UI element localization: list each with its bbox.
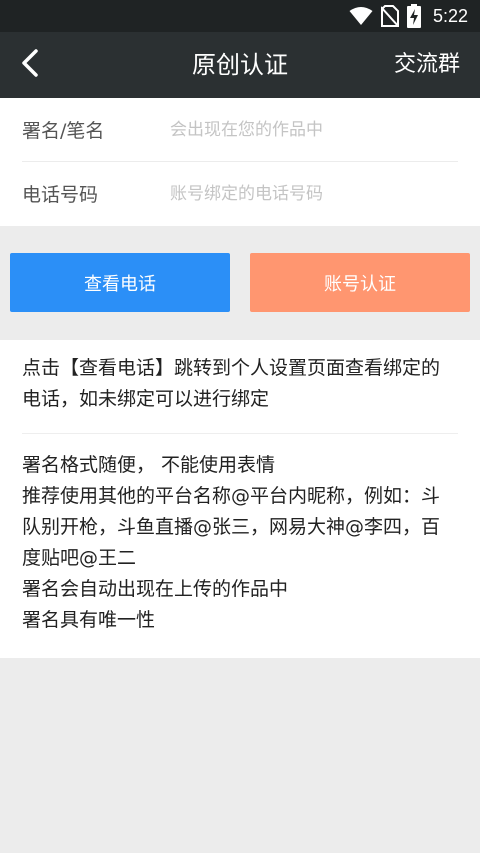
view-phone-button[interactable]: 查看电话 (10, 253, 230, 312)
form-card: 署名/笔名 电话号码 (0, 98, 480, 226)
chevron-left-icon (20, 48, 40, 82)
rule-line: 署名格式随便， 不能使用表情 (22, 454, 276, 476)
signature-label: 署名/笔名 (22, 120, 105, 142)
rule-line: 署名具有唯一性 (22, 609, 156, 631)
status-icons: 5:22 (349, 4, 468, 28)
wifi-icon (349, 6, 373, 26)
divider (22, 433, 458, 434)
status-time: 5:22 (432, 5, 468, 26)
app-bar: 原创认证 交流群 (0, 32, 480, 98)
signature-input[interactable] (170, 119, 458, 140)
info-paragraph: 点击【查看电话】跳转到个人设置页面查看绑定的电话，如未绑定可以进行绑定 (22, 357, 441, 410)
status-bar: 5:22 (0, 0, 480, 32)
rule-line: 署名会自动出现在上传的作品中 (22, 578, 289, 600)
signature-row: 署名/笔名 (22, 98, 458, 162)
rules-list: 署名格式随便， 不能使用表情 推荐使用其他的平台名称@平台内昵称，例如：斗队别开… (22, 450, 458, 636)
group-chat-link[interactable]: 交流群 (394, 32, 460, 98)
back-button[interactable] (10, 45, 50, 85)
info-card: 点击【查看电话】跳转到个人设置页面查看绑定的电话，如未绑定可以进行绑定 署名格式… (0, 340, 480, 658)
phone-label: 电话号码 (22, 184, 99, 206)
battery-charging-icon (406, 4, 421, 28)
rule-line: 推荐使用其他的平台名称@平台内昵称，例如：斗队别开枪，斗鱼直播@张三，网易大神@… (22, 485, 441, 569)
phone-row: 电话号码 (22, 162, 458, 225)
no-sim-icon (380, 5, 399, 27)
verify-account-button[interactable]: 账号认证 (250, 253, 470, 312)
phone-input[interactable] (170, 183, 458, 204)
